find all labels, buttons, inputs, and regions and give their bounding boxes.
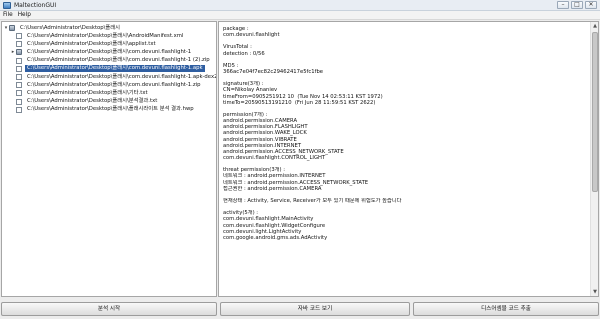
tree-item-label: C:\Users\Administrator\Desktop\플래시\com.d… (27, 48, 192, 55)
tree-item-label: C:\Users\Administrator\Desktop\플래시\플래시라이… (27, 106, 194, 113)
file-icon (16, 90, 22, 97)
tree-item-label: C:\Users\Administrator\Desktop\플래시\분석결과.… (27, 98, 158, 105)
scroll-thumb[interactable] (592, 32, 598, 192)
file-icon (16, 33, 22, 39)
tree-item[interactable]: C:\Users\Administrator\Desktop\플래시\플래시라이… (10, 106, 196, 114)
tree-item-label: C:\Users\Administrator\Desktop\플래시\com.d… (25, 65, 205, 73)
tree-item-label: C:\Users\Administrator\Desktop\플래시\com.d… (27, 73, 217, 80)
folder-icon (9, 25, 15, 31)
tree-item[interactable]: C:\Users\Administrator\Desktop\플래시\com.d… (10, 73, 217, 81)
file-icon (16, 65, 22, 72)
tree-item-label: C:\Users\Administrator\Desktop\플래시\com.d… (27, 81, 201, 88)
vertical-scrollbar[interactable]: ▲ ▼ (590, 22, 598, 296)
start-analysis-button[interactable]: 분석 시작 (1, 302, 217, 316)
detail-text: package : com.devuni.flashlight VirusTotal… (223, 26, 589, 241)
menu-bar: File Help (0, 11, 600, 20)
menu-file[interactable]: File (3, 12, 13, 18)
extract-disassembly-button[interactable]: 디스어셈블 코드 추출 (413, 302, 599, 316)
file-tree: ▾ C:\Users\Administrator\Desktop\플래시 C:\… (1, 21, 217, 297)
file-icon (16, 82, 22, 89)
tree-root[interactable]: ▾ C:\Users\Administrator\Desktop\플래시 (3, 24, 122, 32)
tree-item-label: C:\Users\Administrator\Desktop\플래시\기타.tx… (27, 89, 148, 96)
file-icon (16, 41, 22, 48)
scroll-down-icon[interactable]: ▼ (592, 289, 598, 295)
tree-root-label: C:\Users\Administrator\Desktop\플래시 (20, 24, 121, 31)
file-icon (16, 74, 22, 80)
minimize-button[interactable]: – (557, 1, 569, 9)
tree-item[interactable]: C:\Users\Administrator\Desktop\플래시\com.d… (10, 57, 212, 65)
view-java-code-button[interactable]: 자바 코드 보기 (220, 302, 410, 316)
file-icon (16, 98, 22, 105)
file-icon (16, 106, 22, 113)
tree-item[interactable]: C:\Users\Administrator\Desktop\플래시\기타.tx… (10, 89, 150, 97)
tree-item[interactable]: ▸ C:\Users\Administrator\Desktop\플래시\com.… (10, 48, 193, 56)
tree-item[interactable]: C:\Users\Administrator\Desktop\플래시\분석결과.… (10, 98, 159, 106)
menu-help[interactable]: Help (18, 12, 31, 18)
tree-item-label: C:\Users\Administrator\Desktop\플래시\com.d… (27, 57, 210, 64)
tree-item[interactable]: C:\Users\Administrator\Desktop\플래시\com.d… (10, 81, 202, 89)
tree-item[interactable]: C:\Users\Administrator\Desktop\플래시\Andro… (10, 32, 185, 40)
detail-line: com.google.android.gms.ads.AdActivity (223, 234, 328, 241)
app-icon (3, 1, 11, 9)
tree-item-label: C:\Users\Administrator\Desktop\플래시\appli… (27, 40, 156, 47)
title-bar: MaltectionGUI – □ ✕ (0, 0, 600, 11)
file-icon (16, 57, 22, 64)
folder-icon (16, 49, 22, 56)
window-controls: – □ ✕ (557, 1, 597, 9)
tree-item[interactable]: C:\Users\Administrator\Desktop\플래시\appli… (10, 40, 158, 48)
analysis-detail: package : com.devuni.flashlight VirusTotal… (218, 21, 599, 297)
tree-item[interactable]: C:\Users\Administrator\Desktop\플래시\com.d… (10, 65, 205, 73)
close-button[interactable]: ✕ (585, 1, 597, 9)
scroll-up-icon[interactable]: ▲ (592, 23, 598, 29)
maximize-button[interactable]: □ (571, 1, 583, 9)
window-title: MaltectionGUI (14, 1, 57, 9)
tree-item-label: C:\Users\Administrator\Desktop\플래시\Andro… (27, 32, 184, 39)
